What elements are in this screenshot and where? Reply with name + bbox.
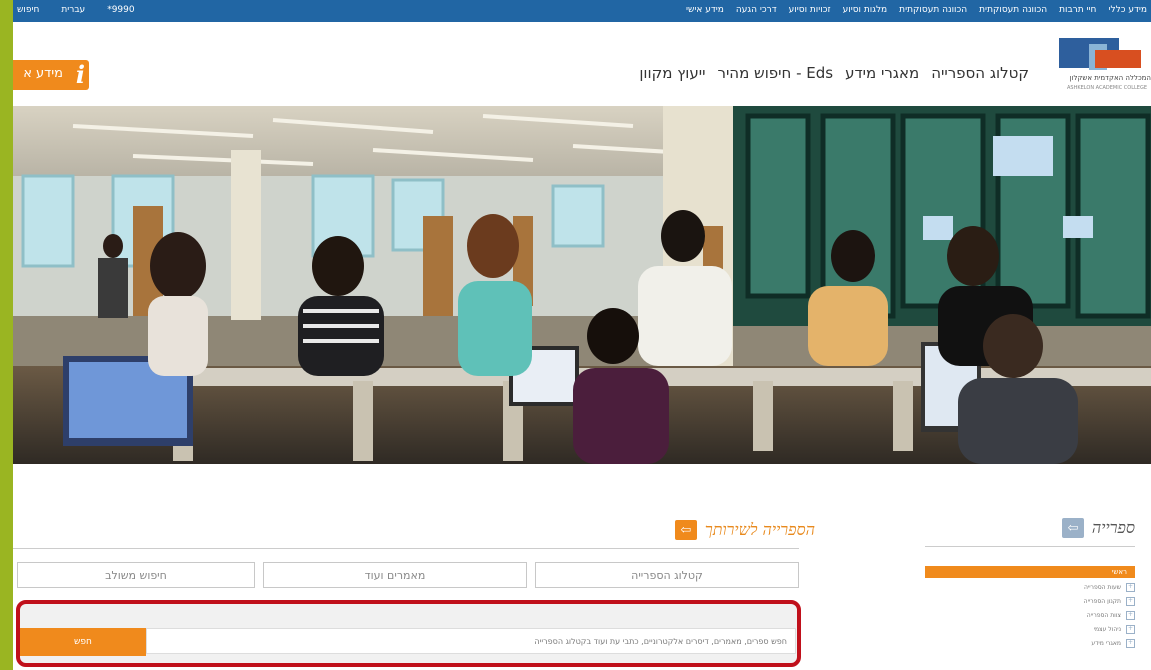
sidebar-item[interactable]: + תקנון הספרייה xyxy=(925,596,1135,607)
sidebar-item-label: צוות הספרייה xyxy=(1086,612,1121,619)
search-tabs: קטלוג הספרייה מאמרים ועוד חיפוש משולב xyxy=(13,562,799,588)
top-link[interactable]: הכוונה תעסוקתית xyxy=(979,5,1047,15)
top-links-right: מידע כללי חיי תרבות הכוונה תעסוקתית הכוו… xyxy=(686,5,1147,15)
info-icon: i xyxy=(75,60,85,89)
top-utility-bar: מידע כללי חיי תרבות הכוונה תעסוקתית הכוו… xyxy=(13,0,1151,22)
library-title-text: ספרייה xyxy=(1091,518,1135,537)
hero-photo-illustration xyxy=(13,106,1151,464)
phone-link[interactable]: *9990 xyxy=(107,5,134,15)
sidebar-item-label: מאגרי מידע xyxy=(1091,640,1121,647)
language-link[interactable]: עברית xyxy=(61,5,85,15)
catalog-search-input[interactable] xyxy=(146,628,796,654)
sidebar-item[interactable]: + צוות הספרייה xyxy=(925,610,1135,621)
library-page: מידע כללי חיי תרבות הכוונה תעסוקתית הכוו… xyxy=(13,0,1151,670)
top-links-left: חיפוש עברית *9990 xyxy=(17,5,135,15)
nav-eds-search[interactable]: Eds - חיפוש מהיר xyxy=(717,64,833,82)
sidebar-item-main[interactable]: ראשי xyxy=(925,566,1135,578)
sidebar-item[interactable]: + שעות הספרייה xyxy=(925,582,1135,593)
top-link[interactable]: מידע אישי xyxy=(686,5,724,15)
top-link[interactable]: מידע כללי xyxy=(1108,5,1147,15)
plus-icon: + xyxy=(1126,625,1135,634)
service-arrow-icon: ⇦ xyxy=(674,520,697,540)
nav-databases[interactable]: מאגרי מידע xyxy=(845,64,919,82)
top-link[interactable]: מלגות וסיוע xyxy=(843,5,888,15)
info-button[interactable]: מידע א i xyxy=(13,60,89,90)
info-button-label: מידע א xyxy=(23,66,63,81)
nav-online-consult[interactable]: ייעוץ מקוון xyxy=(639,64,705,82)
top-search-link[interactable]: חיפוש xyxy=(17,5,39,15)
top-link[interactable]: זכויות וסיוע xyxy=(789,5,831,15)
logo-text: המכללה האקדמית אשקלון xyxy=(1069,74,1151,82)
top-link[interactable]: דרכי הגעה xyxy=(736,5,777,15)
top-link[interactable]: חיי תרבות xyxy=(1059,5,1096,15)
sidebar-item[interactable]: + ניהול עצמי xyxy=(925,624,1135,635)
library-side-menu: ראשי + שעות הספרייה + תקנון הספרייה + צוות … xyxy=(925,566,1135,652)
hero-library-photo xyxy=(13,106,1151,464)
tab-articles[interactable]: מאמרים ועוד xyxy=(263,562,527,588)
divider xyxy=(13,548,799,549)
plus-icon: + xyxy=(1126,639,1135,648)
search-panel: חפש xyxy=(16,600,801,667)
main-nav: קטלוג הספרייה מאגרי מידע Eds - חיפוש מהי… xyxy=(639,64,1029,82)
library-arrow-icon: ⇦ xyxy=(1061,518,1084,538)
logo-shape xyxy=(1095,50,1141,68)
college-logo[interactable]: המכללה האקדמית אשקלון ASHKELON ACADEMIC … xyxy=(1051,34,1151,94)
sidebar-item-label: שעות הספרייה xyxy=(1083,584,1121,591)
logo-subtext: ASHKELON ACADEMIC COLLEGE xyxy=(1067,85,1147,91)
plus-icon: + xyxy=(1126,611,1135,620)
service-title-text: הספרייה לשירותך xyxy=(704,520,815,539)
sidebar-item-label: תקנון הספרייה xyxy=(1083,598,1121,605)
site-header: המכללה האקדמית אשקלון ASHKELON ACADEMIC … xyxy=(13,22,1151,106)
divider xyxy=(925,546,1135,547)
plus-icon: + xyxy=(1126,583,1135,592)
plus-icon: + xyxy=(1126,597,1135,606)
top-link[interactable]: הכוונה תעסוקתית xyxy=(899,5,967,15)
library-section-title: ספרייה ⇦ xyxy=(1061,518,1135,538)
tab-library-catalog[interactable]: קטלוג הספרייה xyxy=(535,562,799,588)
sidebar-item[interactable]: + מאגרי מידע xyxy=(925,638,1135,649)
nav-library-catalog[interactable]: קטלוג הספרייה xyxy=(931,64,1029,82)
service-section-title: הספרייה לשירותך ⇦ xyxy=(674,520,815,540)
search-button[interactable]: חפש xyxy=(20,628,146,656)
sidebar-item-label: ניהול עצמי xyxy=(1093,626,1121,633)
tab-combined-search[interactable]: חיפוש משולב xyxy=(17,562,255,588)
